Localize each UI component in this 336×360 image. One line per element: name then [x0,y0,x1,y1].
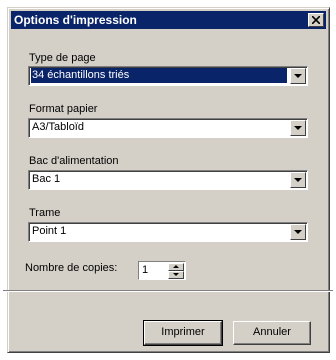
arrow-down-icon [173,273,179,276]
arrow-up-icon [173,265,179,268]
copies-decrement-button[interactable] [168,271,184,279]
print-button[interactable]: Imprimer [143,320,223,346]
page-type-dropdown-button[interactable] [290,68,306,84]
copies-value[interactable]: 1 [142,264,148,276]
separator [3,290,333,292]
close-button[interactable] [308,13,324,27]
feed-tray-label: Bac d'alimentation [29,155,119,167]
feed-tray-dropdown-button[interactable] [290,172,306,188]
chevron-down-icon [294,126,302,130]
chevron-down-icon [294,178,302,182]
copies-label: Nombre de copies: [25,262,118,274]
feed-tray-select[interactable]: Bac 1 [28,170,308,190]
copies-increment-button[interactable] [168,263,184,271]
paper-format-dropdown-button[interactable] [290,120,306,136]
paper-format-select[interactable]: A3/Tabloïd [28,118,308,138]
screen-select[interactable]: Point 1 [28,222,308,242]
feed-tray-value: Bac 1 [32,173,61,185]
paper-format-value: A3/Tabloïd [32,121,84,133]
paper-format-label: Format papier [29,103,98,115]
page-type-select[interactable]: 34 échantillons triés [28,66,308,86]
screen-label: Trame [29,207,61,219]
cancel-button[interactable]: Annuler [233,321,311,345]
copies-spinner[interactable]: 1 [138,261,186,280]
screen-dropdown-button[interactable] [290,224,306,240]
chevron-down-icon [294,230,302,234]
chevron-down-icon [294,74,302,78]
title-bar[interactable]: Options d'impression [11,11,326,29]
screen-value: Point 1 [32,225,67,237]
page-type-label: Type de page [29,52,96,64]
close-icon [312,16,320,24]
page-type-value: 34 échantillons triés [31,68,287,83]
window-title: Options d'impression [14,13,137,27]
